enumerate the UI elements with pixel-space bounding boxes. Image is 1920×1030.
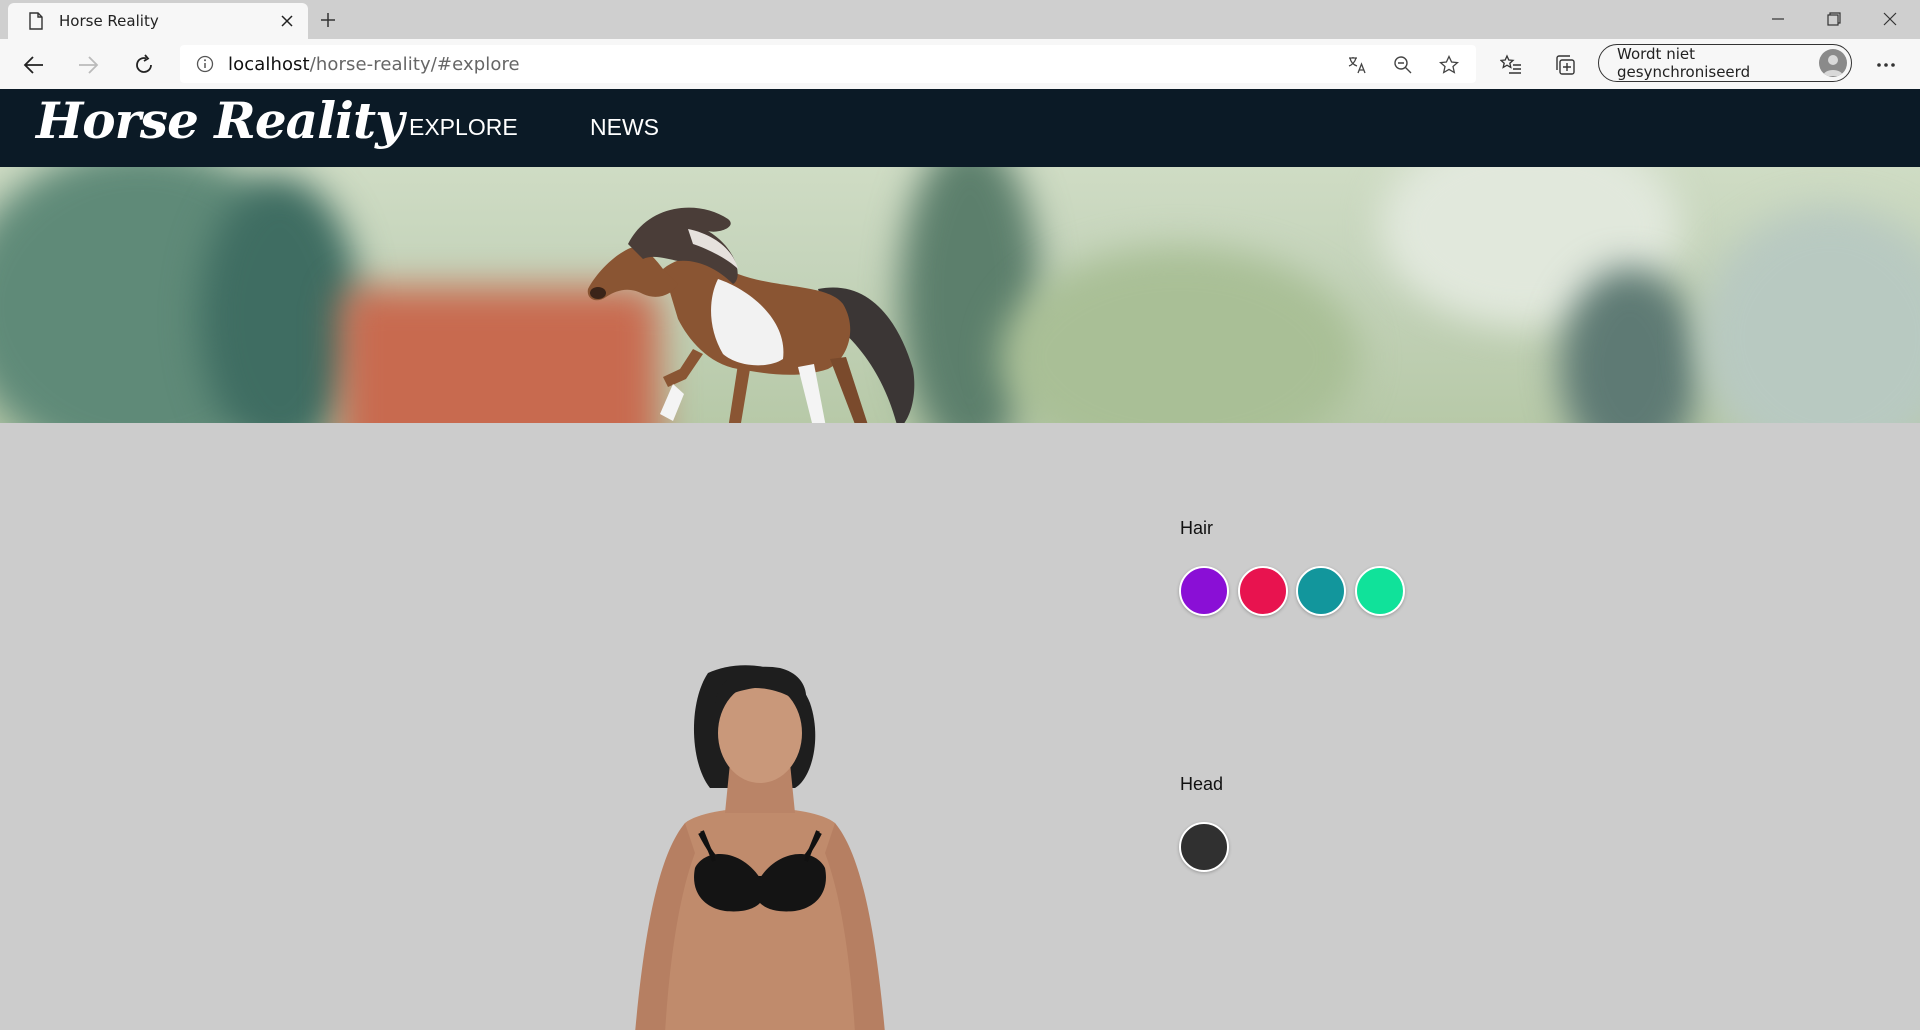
close-icon[interactable] [278,12,296,30]
browser-tab[interactable]: Horse Reality [8,3,308,39]
url-path: /horse-reality/#explore [309,53,520,75]
plus-icon[interactable] [316,8,340,32]
browser-tab-strip: Horse Reality [0,0,1920,39]
hair-color-purple-swatch[interactable] [1179,566,1229,616]
hair-color-teal-swatch[interactable] [1296,566,1346,616]
url-text: localhost/horse-reality/#explore [228,54,520,75]
sync-status-label: Wordt niet gesynchroniseerd [1617,45,1751,81]
nav-news-link[interactable]: NEWS [590,114,659,141]
hair-section-label: Hair [1180,518,1214,538]
refresh-icon[interactable] [126,47,162,83]
info-icon[interactable] [196,55,214,73]
site-logo[interactable]: Horse Reality [36,91,404,150]
forward-icon[interactable] [70,47,106,83]
site-header: Horse Reality EXPLORE NEWS [0,89,1920,167]
restore-icon[interactable] [1806,0,1862,38]
customizer-panel: Hair Head [0,423,1920,1030]
hair-color-red-swatch[interactable] [1238,566,1288,616]
translate-icon[interactable] [1346,54,1368,76]
tab-title: Horse Reality [59,12,159,30]
favorites-icon[interactable] [1493,47,1529,83]
address-bar[interactable]: localhost/horse-reality/#explore [180,45,1476,83]
head-section-label: Head [1180,774,1224,794]
hair-color-green-swatch[interactable] [1355,566,1405,616]
background-mountain [1700,207,1920,423]
zoom-out-icon[interactable] [1392,54,1414,76]
close-window-icon[interactable] [1862,0,1918,38]
horse-illustration [587,207,915,423]
back-icon[interactable] [16,47,52,83]
page-icon [29,12,43,30]
minimize-icon[interactable] [1750,0,1806,38]
browser-toolbar: localhost/horse-reality/#explore Wordt n… [0,39,1920,89]
head-color-dark-swatch[interactable] [1179,822,1229,872]
url-host: localhost [228,53,310,75]
collections-icon[interactable] [1547,47,1583,83]
hero-banner [0,167,1920,423]
character-preview [635,665,885,1030]
profile-icon [1819,49,1847,77]
profile-sync-button[interactable]: Wordt niet gesynchroniseerd [1598,44,1852,82]
more-icon[interactable] [1868,47,1904,83]
nav-explore-link[interactable]: EXPLORE [409,114,518,141]
star-icon[interactable] [1438,54,1460,76]
background-hill [1000,247,1360,423]
